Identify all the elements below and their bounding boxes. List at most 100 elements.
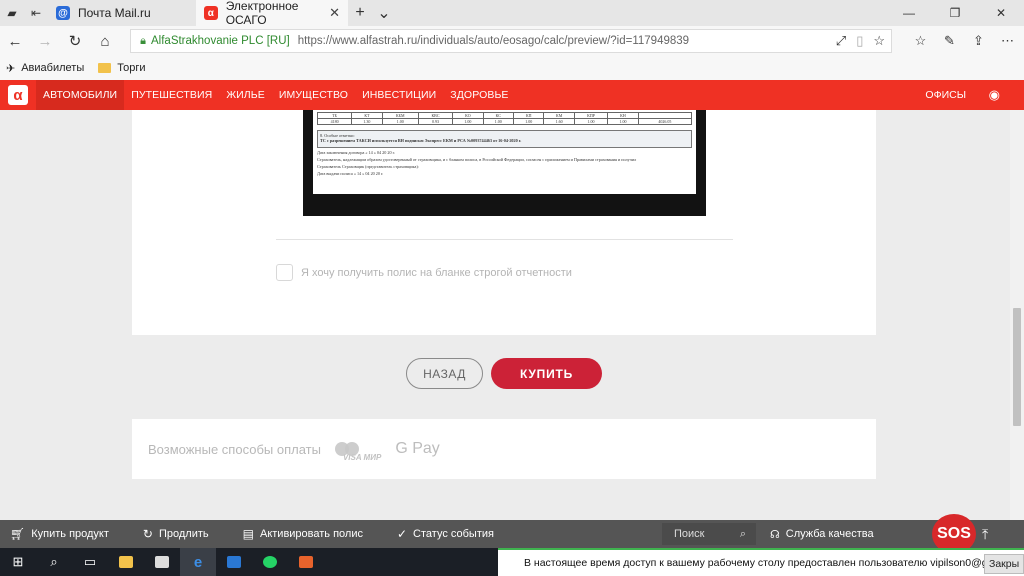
pen-icon[interactable]: ✎	[935, 26, 964, 56]
pin-icon[interactable]: ⤢	[836, 33, 846, 49]
reading-view-icon[interactable]: ▯	[856, 33, 863, 49]
table-cell: 1.00	[573, 118, 609, 125]
edge-icon[interactable]: e	[180, 548, 216, 576]
new-tab-icon[interactable]: +	[348, 0, 372, 26]
buy-product-link[interactable]: 🛒︎ Купить продукт	[0, 527, 109, 541]
table-cell: 1.60	[543, 118, 575, 125]
scroll-top-icon[interactable]: ⤒	[982, 526, 988, 543]
close-tab-icon[interactable]: ✕	[329, 5, 340, 21]
tab-actions-icon[interactable]: ▰	[0, 0, 24, 26]
task-view-icon[interactable]: ▭	[72, 548, 108, 576]
offices-link[interactable]: ОФИСЫ	[925, 89, 966, 101]
nav-item-avtomobili[interactable]: АВТОМОБИЛИ	[36, 80, 125, 110]
nav-item-imushchestvo[interactable]: ИМУЩЕСТВО	[272, 80, 355, 110]
share-icon[interactable]: ⇪	[964, 26, 993, 56]
window-controls: — ❐ ✕	[886, 0, 1024, 26]
url-input[interactable]: 🔒︎ AlfaStrakhovanie PLC [RU] https://www…	[130, 29, 892, 53]
whatsapp-icon[interactable]	[252, 548, 288, 576]
favorite-star-icon[interactable]: ☆	[873, 33, 885, 49]
plane-icon: ✈	[6, 62, 16, 75]
document-app-icon[interactable]	[288, 548, 324, 576]
table-cell: 4180	[316, 118, 353, 125]
browser-tab-bar: ▰ ⇤ @ Почта Mail.ru α Электронное ОСАГО …	[0, 0, 1024, 27]
accessibility-eye-icon[interactable]: ◉	[989, 87, 1000, 103]
tab-eosago[interactable]: α Электронное ОСАГО ✕	[196, 0, 348, 27]
chevron-down-icon[interactable]: ⌄	[372, 0, 396, 26]
file-explorer-icon[interactable]	[108, 548, 144, 576]
document-line: Страхователь, надлежащим образом удостов…	[317, 157, 637, 162]
store-icon[interactable]	[144, 548, 180, 576]
google-pay-logo: G Pay	[395, 440, 440, 457]
search-icon[interactable]: ⌕	[740, 528, 746, 541]
more-icon[interactable]: ⋯	[993, 26, 1022, 56]
tab-mail[interactable]: @ Почта Mail.ru	[48, 0, 196, 26]
strict-form-checkbox-row[interactable]: Я хочу получить полис на бланке строгой …	[276, 264, 572, 281]
coefficients-table: ТБ КТ КБМ КВС КО КС КП КМ КПР КН 4180 1.…	[316, 112, 693, 125]
remote-access-notification: В настоящее время доступ к вашему рабоче…	[498, 548, 1024, 576]
alfa-logo[interactable]: α	[0, 80, 36, 110]
divider	[276, 239, 733, 240]
forward-arrow-icon[interactable]: →	[30, 26, 60, 56]
mail-icon[interactable]	[216, 548, 252, 576]
notification-text: В настоящее время доступ к вашему рабоче…	[524, 557, 986, 569]
restore-icon[interactable]: ❐	[932, 0, 978, 26]
strict-form-checkbox[interactable]	[276, 264, 293, 281]
activate-policy-link[interactable]: ▤ Активировать полис	[233, 527, 363, 541]
favorite-label: Авиабилеты	[21, 62, 85, 74]
folder-icon	[98, 63, 112, 73]
nav-item-zdorovye[interactable]: ЗДОРОВЬЕ	[443, 80, 515, 110]
windows-start-icon[interactable]: ⊞	[0, 548, 36, 576]
payment-methods-card: Возможные способы оплаты VISA МИР G Pay	[132, 419, 876, 479]
payment-methods-label: Возможные способы оплаты	[148, 441, 321, 457]
certificate-owner[interactable]: AlfaStrakhovanie PLC [RU]	[151, 35, 290, 47]
buy-button[interactable]: КУПИТЬ	[491, 358, 602, 389]
extend-link[interactable]: ↻ Продлить	[133, 527, 209, 541]
back-button[interactable]: НАЗАД	[406, 358, 483, 389]
table-cell: 1.00	[482, 118, 515, 125]
nav-item-investitsii[interactable]: ИНВЕСТИЦИИ	[355, 80, 443, 110]
document-line: Страхователь Страховщик (представитель с…	[317, 164, 419, 169]
check-circle-icon: ✓	[396, 527, 408, 541]
alfa-favicon-icon: α	[204, 6, 218, 20]
close-window-icon[interactable]: ✕	[978, 0, 1024, 26]
bottom-item-label: Продлить	[158, 528, 209, 540]
home-icon[interactable]: ⌂	[90, 26, 120, 56]
minimize-icon[interactable]: —	[886, 0, 932, 26]
mastercard-icon	[334, 442, 359, 456]
nav-item-zhilye[interactable]: ЖИЛЬЕ	[219, 80, 272, 110]
strict-form-checkbox-label: Я хочу получить полис на бланке строгой …	[301, 266, 572, 279]
tab-label: Почта Mail.ru	[78, 6, 151, 20]
lock-icon: 🔒︎	[140, 34, 146, 47]
nav-item-puteshestviya[interactable]: ПУТЕШЕСТВИЯ	[124, 80, 219, 110]
site-navigation: α АВТОМОБИЛИ ПУТЕШЕСТВИЯ ЖИЛЬЕ ИМУЩЕСТВО…	[0, 80, 1024, 110]
favorites-hub-icon[interactable]: ☆	[906, 26, 935, 56]
tab-preview-icon[interactable]: ⇤	[24, 0, 48, 26]
back-arrow-icon[interactable]: ←	[0, 26, 30, 56]
url-text: https://www.alfastrah.ru/individuals/aut…	[297, 35, 690, 47]
favorite-torgi[interactable]: Торги	[98, 62, 146, 74]
event-status-link[interactable]: ✓ Статус события	[387, 527, 494, 541]
scrollbar-thumb[interactable]	[1013, 308, 1021, 426]
page-scrollbar[interactable]	[1010, 110, 1024, 520]
windows-search-icon[interactable]: ⌕	[36, 548, 72, 576]
table-cell: 1.00	[513, 118, 545, 125]
bottom-item-label: Активировать полис	[259, 528, 363, 540]
special-notes-text: ТС с разрешением ТАКСИ используется ВН п…	[320, 138, 522, 143]
quality-service-label: Служба качества	[785, 528, 874, 540]
site-search-input[interactable]: Поиск ⌕	[662, 523, 756, 545]
search-placeholder: Поиск	[674, 528, 705, 540]
document-line: Дата заключения договора « 14 » 04 20 20…	[317, 150, 395, 155]
notification-close-button[interactable]: Закры	[984, 554, 1024, 574]
quality-service-link[interactable]: ☊ Служба качества	[770, 528, 874, 541]
bottom-item-label: Купить продукт	[31, 528, 109, 540]
table-cell: 1.00	[381, 118, 419, 125]
table-cell: 0.93	[417, 118, 454, 125]
favorite-aviabilety[interactable]: ✈ Авиабилеты	[6, 62, 84, 75]
refresh-icon[interactable]: ↻	[60, 26, 90, 56]
mail-favicon-icon: @	[56, 6, 70, 20]
document-icon: ▤	[242, 527, 254, 541]
bottom-item-label: Статус события	[413, 528, 494, 540]
refresh-icon: ↻	[142, 527, 153, 541]
policy-document-page: ТБ КТ КБМ КВС КО КС КП КМ КПР КН 4180 1.…	[313, 110, 696, 194]
table-cell: 1.00	[452, 118, 484, 125]
